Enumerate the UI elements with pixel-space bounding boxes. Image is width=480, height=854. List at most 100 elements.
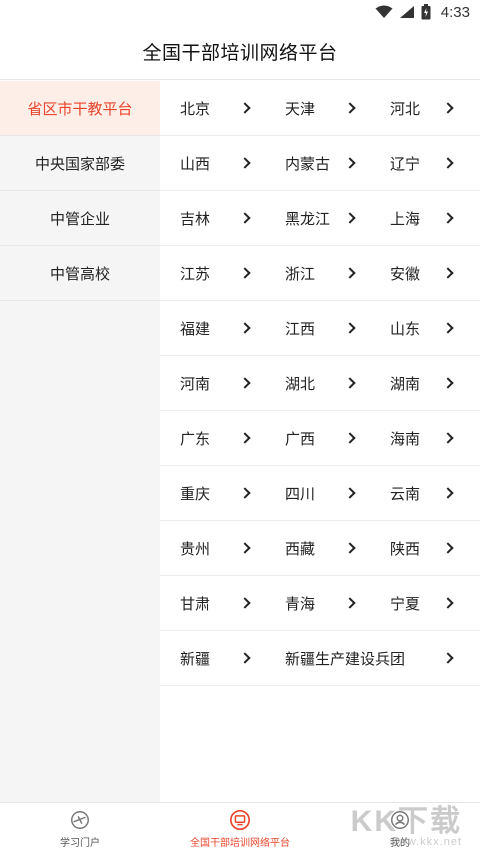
region-item[interactable]: 辽宁 xyxy=(370,136,480,190)
region-label: 山西 xyxy=(180,154,211,173)
region-label: 西藏 xyxy=(285,539,316,558)
region-label: 陕西 xyxy=(390,539,421,558)
region-item[interactable]: 山西 xyxy=(160,136,265,190)
region-item[interactable]: 河南 xyxy=(160,356,265,410)
page-title: 全国干部培训网络平台 xyxy=(142,42,338,64)
chevron-right-icon xyxy=(239,212,251,224)
region-item[interactable]: 北京 xyxy=(160,81,265,135)
region-label: 四川 xyxy=(285,484,316,503)
region-item[interactable]: 江西 xyxy=(265,301,370,355)
chevron-right-icon xyxy=(344,322,356,334)
title-bar: 全国干部培训网络平台 xyxy=(0,24,480,80)
bottom-tab-bar: 学习门户 全国干部培训网络平台 我的 xyxy=(0,802,480,854)
region-item[interactable]: 陕西 xyxy=(370,521,480,575)
chevron-right-icon xyxy=(239,487,251,499)
region-label: 湖南 xyxy=(390,374,421,393)
region-item[interactable]: 吉林 xyxy=(160,191,265,245)
region-item[interactable]: 安徽 xyxy=(370,246,480,300)
region-item[interactable]: 福建 xyxy=(160,301,265,355)
sidebar-item-central-ministries[interactable]: 中央国家部委 xyxy=(0,136,160,191)
chevron-right-icon xyxy=(442,322,454,334)
region-label: 北京 xyxy=(180,99,211,118)
tab-label: 学习门户 xyxy=(60,837,100,849)
region-item[interactable]: 湖北 xyxy=(265,356,370,410)
chevron-right-icon xyxy=(239,102,251,114)
region-item[interactable]: 云南 xyxy=(370,466,480,520)
chevron-right-icon xyxy=(442,487,454,499)
tab-learning-portal[interactable]: 学习门户 xyxy=(0,803,160,854)
region-label: 黑龙江 xyxy=(285,209,331,228)
region-label: 浙江 xyxy=(285,264,316,283)
region-item[interactable]: 新疆生产建设兵团 xyxy=(265,631,480,685)
region-item[interactable]: 河北 xyxy=(370,81,480,135)
region-item[interactable]: 广西 xyxy=(265,411,370,465)
chevron-right-icon xyxy=(239,322,251,334)
chevron-right-icon xyxy=(442,267,454,279)
chevron-right-icon xyxy=(239,597,251,609)
chevron-right-icon xyxy=(239,157,251,169)
region-label: 湖北 xyxy=(285,374,316,393)
region-item[interactable]: 黑龙江 xyxy=(265,191,370,245)
region-item[interactable]: 湖南 xyxy=(370,356,480,410)
region-label: 重庆 xyxy=(180,484,211,503)
tab-label: 我的 xyxy=(390,837,410,849)
region-label: 江西 xyxy=(285,319,316,338)
region-label: 云南 xyxy=(390,484,421,503)
region-item[interactable]: 甘肃 xyxy=(160,576,265,630)
chevron-right-icon xyxy=(442,377,454,389)
tab-platform[interactable]: 全国干部培训网络平台 xyxy=(160,803,320,854)
chevron-right-icon xyxy=(239,542,251,554)
tab-profile[interactable]: 我的 xyxy=(320,803,480,854)
chevron-right-icon xyxy=(442,102,454,114)
region-list: 北京 天津 河北山西 内蒙古 辽宁吉林 黑龙江 上海江苏 浙江 安徽福建 江西 山东河南 湖北 湖南广东… xyxy=(160,81,480,802)
region-item[interactable]: 山东 xyxy=(370,301,480,355)
sidebar-item-provinces[interactable]: 省区市干教平台 xyxy=(0,81,160,136)
region-item[interactable]: 西藏 xyxy=(265,521,370,575)
region-row: 江苏 浙江 安徽 xyxy=(160,246,480,301)
region-label: 江苏 xyxy=(180,264,211,283)
region-label: 广西 xyxy=(285,429,316,448)
chevron-right-icon xyxy=(239,432,251,444)
region-label: 宁夏 xyxy=(390,594,421,613)
portal-icon xyxy=(71,810,89,829)
region-row: 甘肃 青海 宁夏 xyxy=(160,576,480,631)
main-content: 省区市干教平台 中央国家部委 中管企业 中管高校 北京 天津 河北山西 内蒙古 辽宁吉林… xyxy=(0,81,480,802)
region-item[interactable]: 江苏 xyxy=(160,246,265,300)
region-item[interactable]: 浙江 xyxy=(265,246,370,300)
chevron-right-icon xyxy=(239,377,251,389)
region-item[interactable]: 广东 xyxy=(160,411,265,465)
chevron-right-icon xyxy=(442,597,454,609)
region-item[interactable]: 上海 xyxy=(370,191,480,245)
region-label: 内蒙古 xyxy=(285,154,331,173)
region-item[interactable]: 内蒙古 xyxy=(265,136,370,190)
region-row: 广东 广西 海南 xyxy=(160,411,480,466)
region-item[interactable]: 青海 xyxy=(265,576,370,630)
chevron-right-icon xyxy=(344,157,356,169)
chevron-right-icon xyxy=(344,267,356,279)
region-item[interactable]: 四川 xyxy=(265,466,370,520)
region-item[interactable]: 重庆 xyxy=(160,466,265,520)
region-item[interactable]: 宁夏 xyxy=(370,576,480,630)
region-label: 新疆生产建设兵团 xyxy=(285,649,406,668)
platform-icon xyxy=(230,809,250,830)
region-label: 青海 xyxy=(285,594,316,613)
sidebar: 省区市干教平台 中央国家部委 中管企业 中管高校 xyxy=(0,81,160,802)
region-item[interactable]: 天津 xyxy=(265,81,370,135)
region-item[interactable]: 贵州 xyxy=(160,521,265,575)
region-label: 天津 xyxy=(285,99,316,118)
sidebar-item-central-universities[interactable]: 中管高校 xyxy=(0,246,160,301)
region-row: 新疆 新疆生产建设兵团 xyxy=(160,631,480,686)
region-row: 重庆 四川 云南 xyxy=(160,466,480,521)
region-item[interactable]: 新疆 xyxy=(160,631,265,685)
region-label: 河北 xyxy=(390,99,421,118)
chevron-right-icon xyxy=(442,542,454,554)
chevron-right-icon xyxy=(239,652,251,664)
region-label: 辽宁 xyxy=(390,154,421,173)
region-item[interactable]: 海南 xyxy=(370,411,480,465)
wifi-icon xyxy=(375,5,393,18)
region-label: 福建 xyxy=(180,319,211,338)
sidebar-item-central-enterprises[interactable]: 中管企业 xyxy=(0,191,160,246)
region-label: 河南 xyxy=(180,374,211,393)
region-label: 上海 xyxy=(390,209,421,228)
chevron-right-icon xyxy=(442,157,454,169)
